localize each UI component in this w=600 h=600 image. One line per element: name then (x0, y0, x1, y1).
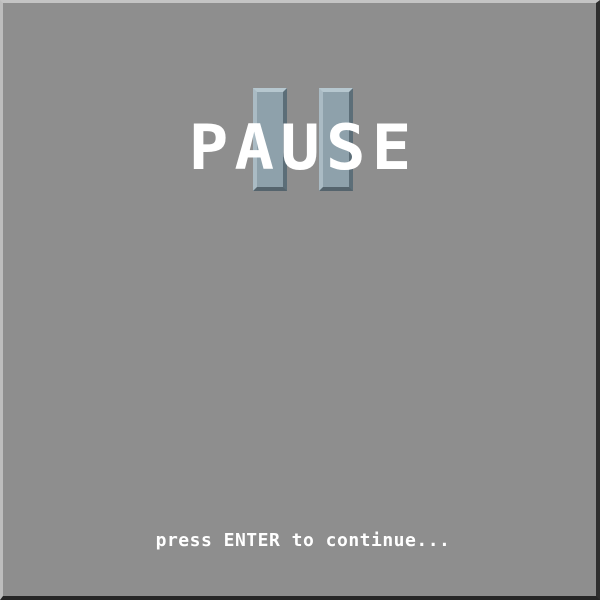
pause-title: PAUSE (188, 110, 418, 185)
pause-screen: PAUSE press ENTER to continue... (0, 0, 600, 600)
continue-prompt: press ENTER to continue... (155, 530, 451, 551)
